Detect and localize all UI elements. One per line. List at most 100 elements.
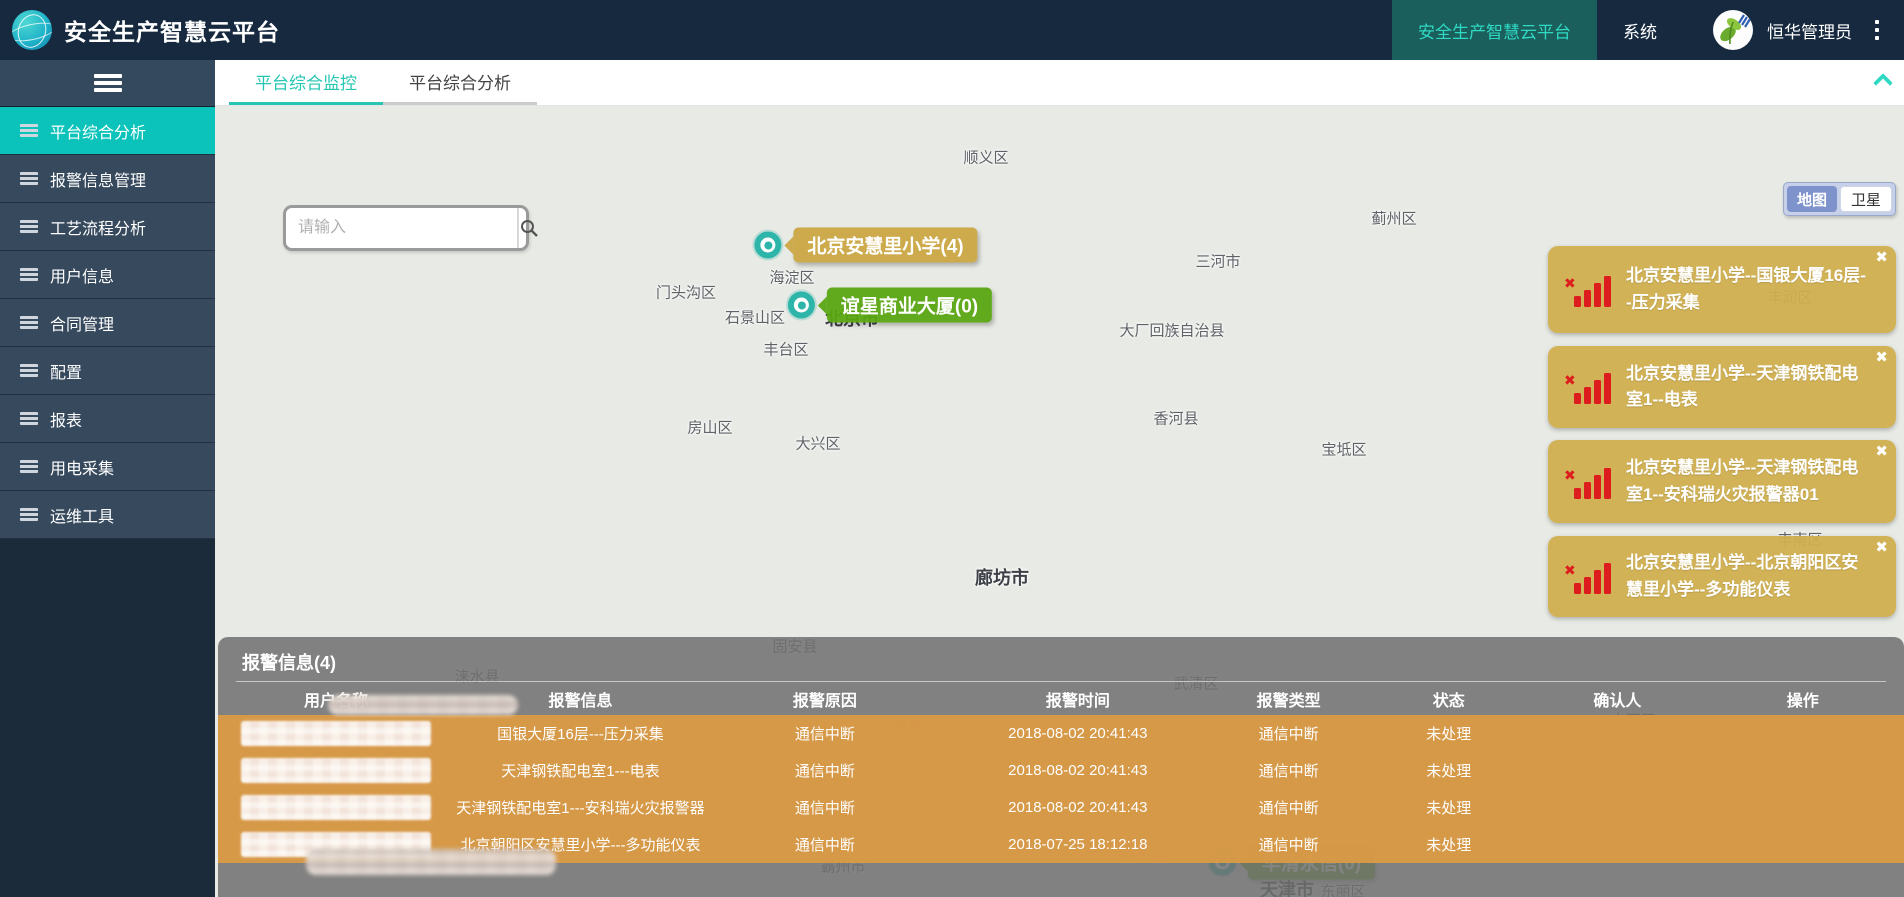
- marker-bubble[interactable]: 谊星商业大厦(0): [827, 288, 992, 323]
- no-signal-icon: ✖: [1564, 556, 1612, 598]
- redacted-blob: [306, 849, 556, 875]
- close-icon[interactable]: ✖: [1875, 540, 1888, 555]
- map-region-label: 海淀区: [769, 267, 814, 288]
- sidebar-item-label: 用电采集: [50, 455, 114, 479]
- signal-x-icon: ✖: [1564, 562, 1576, 579]
- user-avatar[interactable]: [1713, 10, 1753, 50]
- scroll-up-icon[interactable]: [1874, 74, 1892, 86]
- alarm-cell: 天津钢铁配电室1---电表: [454, 752, 707, 789]
- search-button[interactable]: [517, 208, 539, 248]
- sidebar-item-4[interactable]: 合同管理: [0, 299, 215, 347]
- map-type-map-button[interactable]: 地图: [1787, 186, 1837, 212]
- alarm-panel-title: 报警信息(4): [242, 649, 336, 675]
- menu-item-icon: [20, 220, 38, 233]
- map-type-satellite-button[interactable]: 卫星: [1840, 186, 1892, 212]
- map-region-label: 石景山区: [725, 307, 785, 328]
- signal-x-icon: ✖: [1564, 275, 1576, 292]
- alarm-cell: 通信中断: [707, 715, 943, 752]
- marker-bubble[interactable]: 北京安慧里小学(4): [793, 228, 977, 263]
- user-area[interactable]: 恒华管理员: [1683, 10, 1904, 50]
- nav-menu: 安全生产智慧云平台系统: [1392, 0, 1683, 60]
- alarm-cell: 通信中断: [1213, 752, 1365, 789]
- brand: 安全生产智慧云平台: [0, 10, 280, 50]
- alarm-row-2[interactable]: 天津钢铁配电室1---安科瑞火灾报警器通信中断2018-08-02 20:41:…: [218, 789, 1904, 826]
- map-search-box: [283, 205, 529, 251]
- alert-card-2[interactable]: ✖ 北京安慧里小学--天津钢铁配电室1--安科瑞火灾报警器01 ✖: [1548, 440, 1896, 523]
- sidebar-item-6[interactable]: 报表: [0, 395, 215, 443]
- tab-1[interactable]: 平台综合分析: [383, 60, 537, 105]
- alarm-cell: 2018-08-02 20:41:43: [943, 789, 1213, 826]
- alarm-column-header: 状态: [1364, 682, 1533, 715]
- top-navbar: 安全生产智慧云平台 安全生产智慧云平台系统 恒华管理员: [0, 0, 1904, 60]
- alarm-cell: [1702, 715, 1904, 752]
- map-region-label: 大厂回族自治县: [1119, 320, 1224, 341]
- marker-dot-icon[interactable]: [788, 292, 815, 319]
- map-marker[interactable]: 谊星商业大厦(0): [788, 288, 992, 323]
- menu-item-icon: [20, 172, 38, 185]
- alert-card-3[interactable]: ✖北京安慧里小学--北京朝阳区安慧里小学--多功能仪表✖: [1548, 536, 1896, 617]
- close-icon[interactable]: ✖: [1875, 250, 1888, 265]
- close-icon[interactable]: ✖: [1875, 444, 1888, 459]
- sidebar-item-7[interactable]: 用电采集: [0, 443, 215, 491]
- alarm-cell: 未处理: [1364, 752, 1533, 789]
- map-region-label: 丰台区: [763, 339, 808, 360]
- map-marker[interactable]: 北京安慧里小学(4): [754, 228, 977, 263]
- alarm-cell: 未处理: [1364, 789, 1533, 826]
- alert-card-text: 北京安慧里小学--天津钢铁配电室1--安科瑞火灾报警器01: [1626, 455, 1870, 508]
- alarm-cell: 未处理: [1364, 715, 1533, 752]
- sidebar-item-label: 报警信息管理: [50, 167, 146, 191]
- sidebar: 平台综合分析报警信息管理工艺流程分析用户信息合同管理配置报表用电采集运维工具: [0, 60, 215, 897]
- kebab-menu-icon[interactable]: [1866, 10, 1888, 50]
- tab-0[interactable]: 平台综合监控: [229, 60, 383, 105]
- alarm-cell: [1702, 826, 1904, 863]
- sidebar-item-label: 平台综合分析: [50, 119, 146, 143]
- map-region-label: 香河县: [1153, 408, 1198, 429]
- app-logo-icon: [12, 10, 52, 50]
- map-region-label: 顺义区: [963, 147, 1008, 168]
- sidebar-item-label: 报表: [50, 407, 82, 431]
- map-region-label: 蓟州区: [1371, 208, 1416, 229]
- alarm-cell: 未处理: [1364, 826, 1533, 863]
- sidebar-item-1[interactable]: 报警信息管理: [0, 155, 215, 203]
- sidebar-menu: 平台综合分析报警信息管理工艺流程分析用户信息合同管理配置报表用电采集运维工具: [0, 107, 215, 539]
- no-signal-icon: ✖: [1564, 461, 1612, 503]
- sidebar-item-3[interactable]: 用户信息: [0, 251, 215, 299]
- nav-item-1[interactable]: 系统: [1597, 0, 1683, 60]
- marker-dot-icon[interactable]: [754, 232, 781, 259]
- sidebar-item-label: 工艺流程分析: [50, 215, 146, 239]
- sidebar-item-0[interactable]: 平台综合分析: [0, 107, 215, 155]
- app-root: 安全生产智慧云平台 安全生产智慧云平台系统 恒华管理员: [0, 0, 1904, 897]
- alarm-row-0[interactable]: 国银大厦16层---压力采集通信中断2018-08-02 20:41:43通信中…: [218, 715, 1904, 752]
- sidebar-item-2[interactable]: 工艺流程分析: [0, 203, 215, 251]
- alert-card-0[interactable]: ✖北京安慧里小学--国银大厦16层--压力采集✖: [1548, 246, 1896, 333]
- signal-x-icon: ✖: [1564, 467, 1576, 484]
- alarm-user-cell: [218, 715, 454, 752]
- alarm-cell: [1533, 789, 1702, 826]
- alarm-cell: 2018-07-25 18:12:18: [943, 826, 1213, 863]
- alarm-cell: [1533, 752, 1702, 789]
- hamburger-icon[interactable]: [94, 74, 122, 92]
- sidebar-item-5[interactable]: 配置: [0, 347, 215, 395]
- sidebar-item-label: 配置: [50, 359, 82, 383]
- alarm-row-1[interactable]: 天津钢铁配电室1---电表通信中断2018-08-02 20:41:43通信中断…: [218, 752, 1904, 789]
- alarm-column-header: 报警类型: [1213, 682, 1365, 715]
- sidebar-item-label: 合同管理: [50, 311, 114, 335]
- no-signal-icon: ✖: [1564, 366, 1612, 408]
- search-icon: [519, 218, 539, 238]
- alarm-cell: 通信中断: [707, 789, 943, 826]
- menu-item-icon: [20, 316, 38, 329]
- alarm-cell: [1702, 789, 1904, 826]
- menu-item-icon: [20, 412, 38, 425]
- alarm-cell: 天津钢铁配电室1---安科瑞火灾报警器: [454, 789, 707, 826]
- alarm-column-header: 报警原因: [707, 682, 943, 715]
- sidebar-item-label: 运维工具: [50, 503, 114, 527]
- search-input[interactable]: [286, 208, 517, 248]
- alert-card-1[interactable]: ✖北京安慧里小学--天津钢铁配电室1--电表✖: [1548, 346, 1896, 428]
- map-region-label: 三河市: [1195, 251, 1240, 272]
- alarm-cell: [1702, 752, 1904, 789]
- sidebar-item-8[interactable]: 运维工具: [0, 491, 215, 539]
- alarm-panel: 报警信息(4) 用户名称报警信息报警原因报警时间报警类型状态确认人操作 国银大厦…: [218, 637, 1904, 897]
- nav-item-0[interactable]: 安全生产智慧云平台: [1392, 0, 1597, 60]
- no-signal-icon: ✖: [1564, 269, 1612, 311]
- close-icon[interactable]: ✖: [1875, 350, 1888, 365]
